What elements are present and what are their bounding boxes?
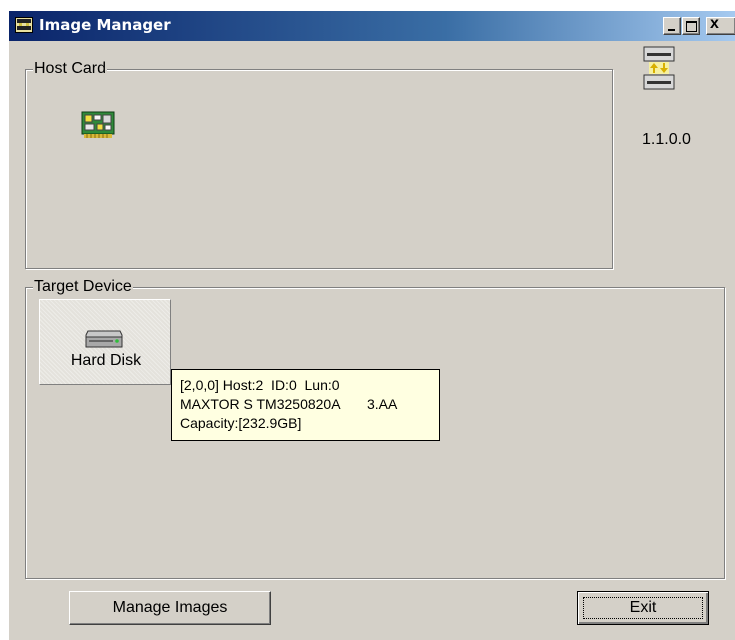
- hard-disk-tile[interactable]: Hard Disk: [39, 299, 171, 385]
- title-bar[interactable]: Image Manager: [9, 11, 735, 41]
- tooltip-address-line: [2,0,0] Host:2 ID:0 Lun:0: [180, 377, 340, 393]
- image-manager-icon: [15, 17, 33, 33]
- exit-button[interactable]: Exit: [577, 591, 709, 625]
- tooltip-capacity-line: Capacity:[232.9GB]: [180, 415, 302, 431]
- minimize-button[interactable]: [663, 17, 681, 35]
- close-button[interactable]: [706, 15, 735, 35]
- host-card-legend: Host Card: [33, 59, 108, 79]
- host-card-group: Host Card: [25, 59, 613, 269]
- maximize-button[interactable]: [682, 17, 700, 35]
- image-manager-window: Image Manager Host Card: [8, 10, 735, 640]
- tooltip-model-line: MAXTOR S TM3250820A 3.AA: [180, 396, 398, 412]
- manage-images-label: Manage Images: [112, 599, 228, 616]
- window-title: Image Manager: [39, 16, 171, 34]
- hard-disk-icon: [85, 330, 123, 348]
- target-device-legend: Target Device: [33, 277, 133, 297]
- manage-images-button[interactable]: Manage Images: [69, 591, 271, 625]
- hard-disk-label: Hard Disk: [70, 352, 142, 369]
- server-sync-icon: [643, 46, 675, 90]
- host-card-icon[interactable]: [81, 110, 115, 140]
- device-tooltip: [2,0,0] Host:2 ID:0 Lun:0 MAXTOR S TM325…: [171, 369, 440, 441]
- version-label: 1.1.0.0: [642, 131, 691, 148]
- exit-label: Exit: [629, 599, 657, 616]
